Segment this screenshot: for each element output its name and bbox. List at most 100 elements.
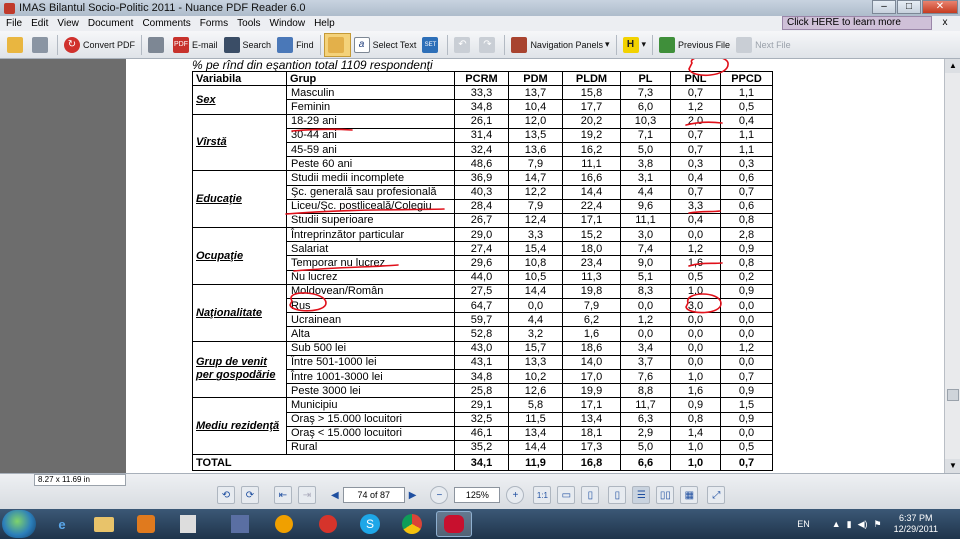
- menu-window[interactable]: Window: [270, 18, 306, 29]
- undo-button[interactable]: ↶: [451, 33, 476, 57]
- value-cell: 29,0: [454, 227, 509, 243]
- close-button[interactable]: ✕: [922, 0, 958, 14]
- document-viewport[interactable]: % pe rînd din eşantion total 1109 respon…: [0, 58, 960, 473]
- media-player-icon[interactable]: [128, 511, 164, 537]
- two-page-icon[interactable]: ▯▯: [656, 486, 675, 504]
- language-indicator[interactable]: EN: [797, 519, 810, 529]
- fit-page-icon[interactable]: ▭: [557, 486, 576, 504]
- flag-icon[interactable]: ⚑: [874, 519, 882, 530]
- skype-icon[interactable]: S: [352, 511, 388, 537]
- email-pdf-icon: PDF: [173, 36, 190, 53]
- single-page-icon[interactable]: ▯: [608, 486, 627, 504]
- col-header-grup: Grup: [286, 70, 455, 87]
- highlight-button[interactable]: H ▾: [620, 33, 650, 57]
- actual-size-icon[interactable]: 1:1: [533, 486, 552, 504]
- pdf-tool-icon[interactable]: [310, 511, 346, 537]
- two-page-continuous-icon[interactable]: ▦: [680, 486, 699, 504]
- menu-help[interactable]: Help: [314, 18, 335, 29]
- show-hidden-icons-icon[interactable]: ▲: [832, 519, 841, 529]
- value-cell: 0,7: [670, 141, 721, 158]
- value-cell: 40,3: [454, 184, 509, 200]
- promo-banner[interactable]: Click HERE to learn more: [782, 16, 932, 30]
- continuous-icon[interactable]: ☰: [632, 486, 651, 504]
- value-cell: 3,1: [620, 170, 671, 186]
- previous-file-button[interactable]: Previous File: [656, 33, 733, 57]
- floppy-icon[interactable]: [222, 511, 258, 537]
- menu-comments[interactable]: Comments: [142, 18, 190, 29]
- ie-icon[interactable]: e: [44, 511, 80, 537]
- open-button[interactable]: [4, 33, 29, 57]
- maximize-button[interactable]: □: [897, 0, 921, 14]
- select-text-button[interactable]: a Select Text: [351, 33, 420, 57]
- toolbar-separator: [504, 34, 506, 55]
- menu-tools[interactable]: Tools: [237, 18, 260, 29]
- previous-page-icon[interactable]: ⇥: [298, 486, 316, 504]
- panels-icon: [511, 36, 528, 53]
- fit-width-icon[interactable]: ▯: [581, 486, 600, 504]
- value-cell: 1,6: [670, 255, 721, 271]
- redo-button[interactable]: ↷: [476, 33, 501, 57]
- col-header-pnl: PNL: [670, 70, 721, 87]
- navigation-panels-button[interactable]: Navigation Panels ▾: [508, 33, 612, 57]
- convert-pdf-button[interactable]: ↻ Convert PDF: [61, 33, 138, 57]
- search-button[interactable]: Search: [221, 33, 275, 57]
- zoom-out-icon[interactable]: −: [430, 486, 449, 504]
- value-cell: 32,5: [454, 411, 509, 427]
- value-cell: 14,0: [562, 354, 621, 370]
- value-cell: 17,7: [562, 99, 621, 115]
- rotate-right-icon[interactable]: ⟳: [241, 486, 259, 504]
- email-button[interactable]: PDF E-mail: [170, 33, 221, 57]
- print-button[interactable]: [145, 33, 170, 57]
- value-cell: 25,8: [454, 383, 509, 399]
- zoom-level-select[interactable]: 125%: [454, 487, 501, 503]
- save-button[interactable]: [29, 33, 54, 57]
- warning-icon[interactable]: [266, 511, 302, 537]
- toolbar-separator: [141, 34, 143, 55]
- scrollbar-thumb[interactable]: [947, 389, 959, 401]
- zoom-in-icon[interactable]: +: [506, 486, 525, 504]
- find-button[interactable]: Find: [274, 33, 317, 57]
- nuance-reader-icon[interactable]: [436, 511, 472, 537]
- page-number-input[interactable]: 74 of 87: [342, 487, 405, 503]
- prev-arrow-icon[interactable]: ◀: [331, 490, 339, 501]
- chrome-icon[interactable]: [394, 511, 430, 537]
- full-screen-icon[interactable]: ⤢: [707, 486, 726, 504]
- menu-file[interactable]: File: [6, 18, 22, 29]
- menu-edit[interactable]: Edit: [31, 18, 48, 29]
- hand-tool-button[interactable]: [323, 32, 351, 57]
- value-cell: 18,0: [562, 241, 621, 257]
- next-file-button[interactable]: Next File: [733, 33, 794, 57]
- rotate-left-icon[interactable]: ⟲: [217, 486, 235, 504]
- toolbar-separator: [57, 34, 58, 55]
- scroll-down-icon[interactable]: ▼: [945, 459, 960, 473]
- total-label: TOTAL: [192, 454, 455, 472]
- value-cell: 5,0: [620, 439, 671, 456]
- clock[interactable]: 6:37 PM 12/29/2011: [894, 513, 938, 535]
- next-file-label: Next File: [755, 39, 791, 50]
- table-row: Naţionalitate Moldovean/Român 27,5 14,4 19,8…: [192, 283, 773, 342]
- start-button[interactable]: [2, 510, 36, 538]
- vertical-scrollbar[interactable]: ▲ ▼: [944, 59, 960, 473]
- scroll-up-icon[interactable]: ▲: [945, 59, 960, 73]
- menu-view[interactable]: View: [57, 18, 79, 29]
- value-cell: 10,3: [620, 113, 671, 129]
- previous-file-label: Previous File: [678, 39, 731, 50]
- menu-document[interactable]: Document: [88, 18, 134, 29]
- app-icon-doc[interactable]: [170, 511, 206, 537]
- minimize-button[interactable]: –: [872, 0, 896, 14]
- value-cell: 13,4: [508, 425, 563, 441]
- menu-forms[interactable]: Forms: [200, 18, 228, 29]
- network-icon[interactable]: ▮: [847, 519, 852, 530]
- value-cell: 35,2: [454, 439, 509, 456]
- volume-icon[interactable]: ◀): [858, 519, 868, 530]
- set-button[interactable]: SET: [419, 33, 444, 57]
- value-cell: 7,9: [562, 297, 621, 314]
- value-cell: 15,7: [508, 340, 563, 356]
- next-arrow-icon[interactable]: ▶: [409, 490, 417, 501]
- value-cell: 46,1: [454, 425, 509, 441]
- promo-close-icon[interactable]: x: [936, 16, 954, 30]
- explorer-icon[interactable]: [86, 511, 122, 537]
- value-cell: 52,8: [454, 326, 509, 342]
- convert-icon: ↻: [64, 36, 80, 53]
- first-page-icon[interactable]: ⇤: [274, 486, 292, 504]
